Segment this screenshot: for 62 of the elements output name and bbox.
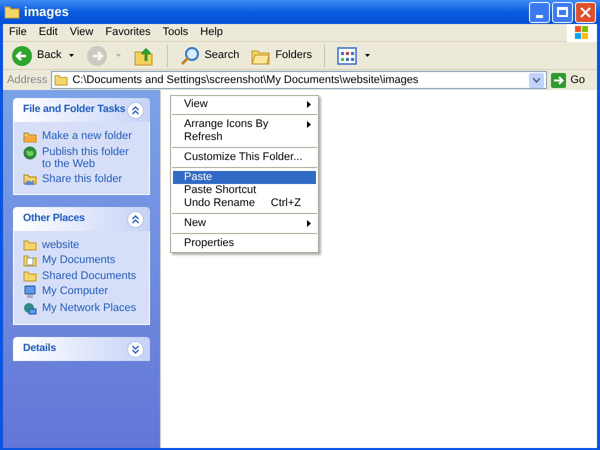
documents-folder-icon — [23, 254, 37, 267]
menu-item[interactable]: View — [64, 23, 100, 42]
menu-item[interactable]: Help — [194, 23, 229, 42]
caret-icon — [69, 54, 74, 57]
task-link[interactable]: website — [42, 239, 80, 251]
folders-button[interactable]: Folders — [247, 44, 316, 68]
task-link[interactable]: Make a new folder — [42, 130, 132, 142]
folder-icon — [23, 270, 37, 282]
panel-header[interactable]: Other Places — [13, 207, 150, 231]
address-label: Address — [7, 72, 48, 88]
collapse-chevron-icon[interactable] — [127, 102, 144, 118]
menu-item[interactable]: Customize This Folder... — [173, 151, 316, 164]
folder-icon — [54, 74, 68, 86]
minimize-button[interactable] — [529, 2, 550, 22]
panel-header[interactable]: Details — [13, 337, 150, 361]
folder-icon — [4, 5, 20, 19]
close-icon — [580, 6, 591, 18]
menu-item[interactable]: Properties — [173, 237, 316, 250]
folder-icon — [23, 239, 37, 251]
menu-item[interactable]: Refresh — [173, 131, 316, 144]
menu-item[interactable]: Tools — [156, 23, 194, 42]
menu-item[interactable]: Paste — [173, 171, 316, 184]
chevron-down-icon — [533, 78, 540, 82]
menu-item[interactable]: New — [173, 217, 316, 230]
task-link[interactable]: Publish this folder to the Web — [42, 146, 140, 170]
computer-icon — [23, 285, 37, 299]
menu-item[interactable]: Undo Rename Ctrl+Z — [173, 197, 316, 210]
expand-chevron-icon[interactable] — [127, 340, 144, 358]
menu-item[interactable]: Arrange Icons By — [173, 118, 316, 131]
search-button[interactable]: Search — [176, 44, 244, 68]
caret-icon — [365, 54, 370, 57]
dropdown-button[interactable] — [529, 72, 544, 88]
back-button[interactable]: Back — [7, 44, 78, 68]
maximize-button[interactable] — [552, 2, 573, 22]
task-link[interactable]: Share this folder — [42, 173, 122, 185]
menu-item[interactable]: File — [3, 23, 33, 42]
search-icon — [180, 46, 200, 66]
panel-header[interactable]: File and Folder Tasks — [13, 98, 150, 122]
menu-item[interactable]: Favorites — [99, 23, 157, 42]
task-link[interactable]: Shared Documents — [42, 270, 136, 282]
menu-item[interactable]: Paste Shortcut — [173, 184, 316, 197]
collapse-chevron-icon[interactable] — [127, 210, 144, 228]
menu-item[interactable]: Edit — [32, 23, 64, 42]
submenu-arrow-icon — [307, 121, 311, 128]
submenu-arrow-icon — [307, 220, 311, 227]
task-link[interactable]: My Network Places — [42, 302, 136, 314]
window-title: images — [24, 3, 69, 22]
address-field[interactable]: C:\Documents and Settings\screenshot\My Documents\website\images — [51, 71, 548, 89]
globe-icon — [23, 146, 37, 160]
arrow-icon — [551, 72, 566, 88]
go-button[interactable]: Go — [551, 72, 593, 88]
shared-folder-icon — [23, 173, 37, 186]
menu-item[interactable]: View — [173, 98, 316, 111]
windows-logo-icon — [575, 26, 589, 39]
network-icon — [23, 302, 37, 316]
task-link[interactable]: My Computer — [42, 285, 108, 297]
folder-icon — [23, 130, 37, 143]
close-button[interactable] — [575, 2, 596, 22]
task-link[interactable]: My Documents — [42, 254, 116, 266]
submenu-arrow-icon — [307, 101, 311, 108]
caret-icon — [116, 54, 122, 57]
views-icon — [337, 46, 358, 64]
